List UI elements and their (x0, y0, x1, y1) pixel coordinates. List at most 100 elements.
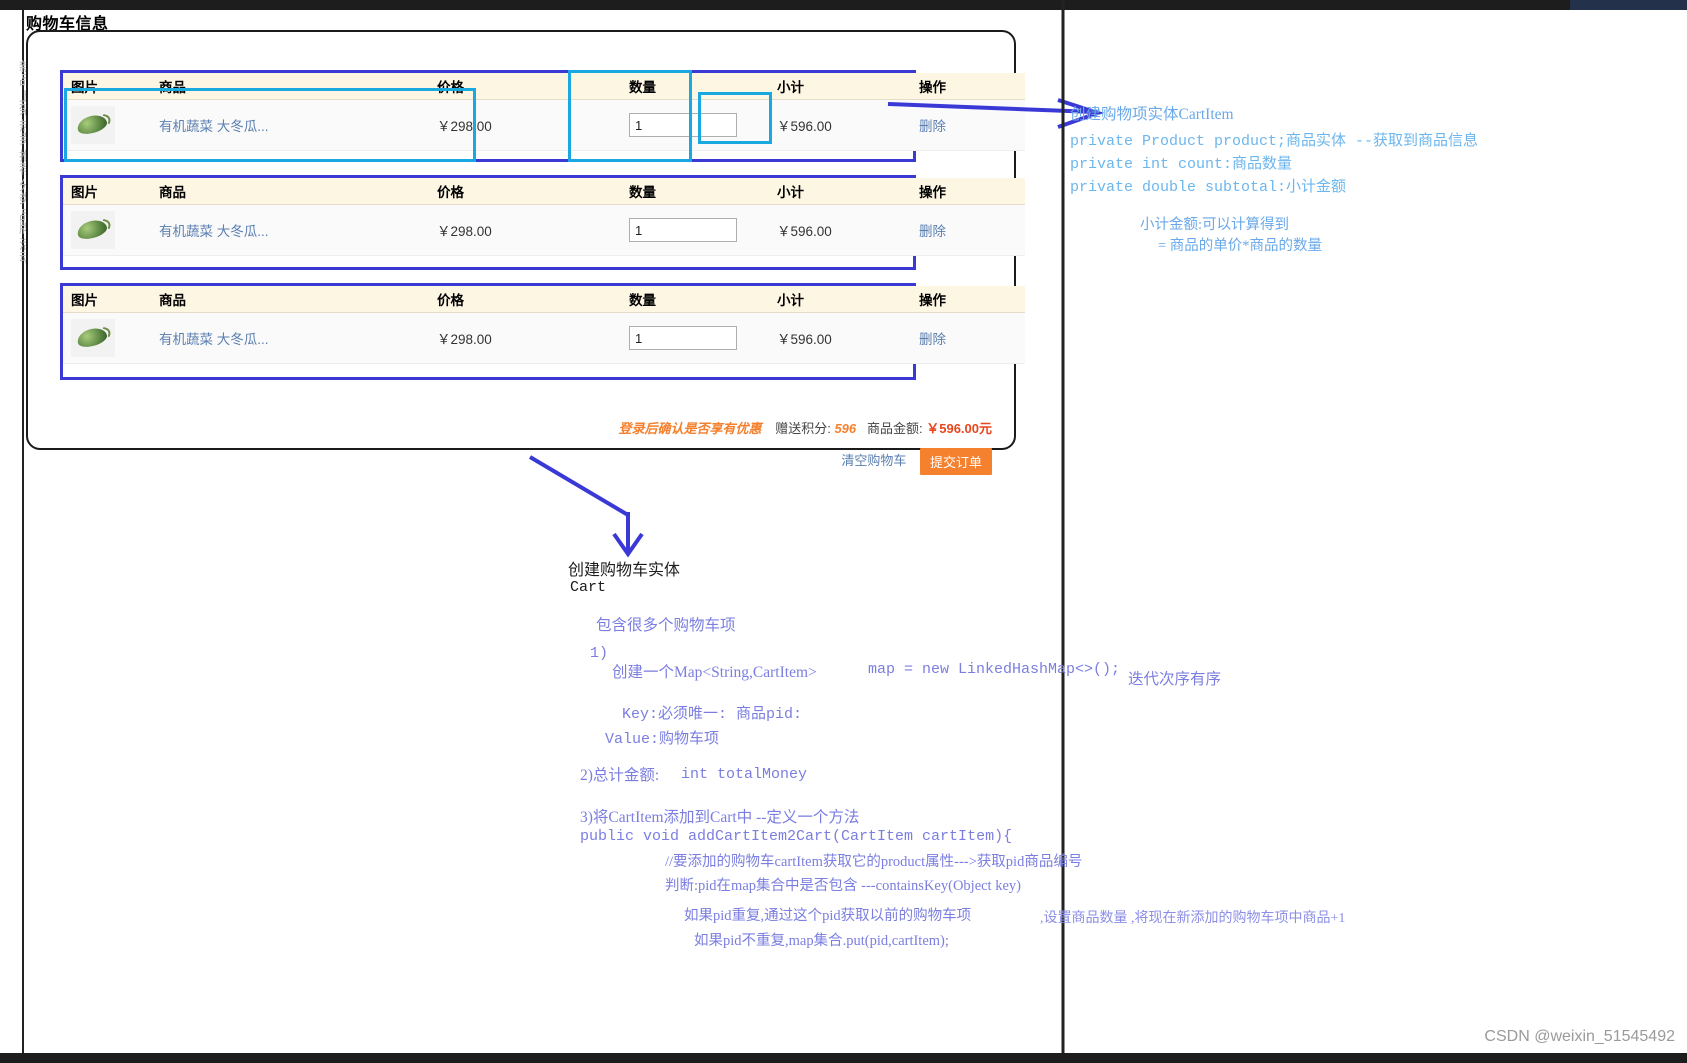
annotation-cart-step2-cn: 2)总计金额: (580, 763, 659, 785)
quantity-input[interactable] (629, 113, 737, 137)
delete-link[interactable]: 删除 (919, 119, 946, 134)
annotation-cart-classname: Cart (570, 579, 606, 596)
column-header-product: 商品 (151, 286, 429, 313)
browser-top-strip-right (1570, 0, 1687, 10)
annotation-cart-step1-side: 迭代次序有序 (1128, 667, 1221, 689)
browser-bottom-strip (0, 1053, 1687, 1063)
column-header-action: 操作 (911, 178, 1025, 205)
column-header-image: 图片 (63, 286, 151, 313)
cart-table: 图片 商品 价格 数量 小计 操作 有机蔬菜 大冬瓜... ￥298.00 1 … (63, 178, 1025, 256)
cart-cell-subtotal: ￥596.00 (769, 99, 911, 151)
column-header-quantity: 数量 (621, 178, 769, 205)
points-label: 赠送积分: (775, 421, 831, 436)
cart-panel: 图片 商品 价格 数量 小计 操作 有机蔬菜 大冬瓜... ￥298.00 1 … (26, 30, 1025, 475)
column-header-product: 商品 (151, 73, 429, 100)
column-header-subtotal: 小计 (769, 73, 911, 100)
annotation-cart-title-text: 创建购物车实体 (568, 562, 681, 579)
delete-link[interactable]: 删除 (919, 224, 946, 239)
column-header-price: 价格 (429, 73, 621, 100)
cart-cell-product: 有机蔬菜 大冬瓜... (151, 99, 429, 151)
annotation-cartitem-field: private Product product;商品实体 --获取到商品信息 (1070, 133, 1479, 150)
delete-link[interactable]: 删除 (919, 332, 946, 347)
promo-text: 登录后确认是否享有优惠 (618, 421, 762, 436)
browser-top-strip (0, 0, 1687, 10)
column-header-subtotal: 小计 (769, 178, 911, 205)
column-header-quantity: 数量 (621, 73, 769, 100)
annotation-cart-step3-judge-text: 判断:pid在map集合中是否包含 ---containsKey(Object … (665, 878, 1021, 894)
annotation-cart-step1-code-text: map = new LinkedHashMap<>(); (868, 661, 1121, 678)
column-header-quantity: 数量 (621, 286, 769, 313)
column-header-price: 价格 (429, 178, 621, 205)
cart-header-row: 图片 商品 价格 数量 小计 操作 (63, 73, 1025, 100)
cart-cell-action: 删除 (911, 312, 1025, 364)
annotation-cartitem-note1: 小计金额:可以计算得到 (1140, 217, 1290, 233)
column-header-subtotal: 小计 (769, 286, 911, 313)
annotation-cart-step1-num-text: 1) (590, 645, 609, 662)
annotation-cart-step3-dup-text: 如果pid重复,通过这个pid获取以前的购物车项 (684, 908, 972, 924)
quantity-input[interactable] (629, 218, 737, 242)
table-row: 有机蔬菜 大冬瓜... ￥298.00 ￥596.00 删除 (63, 312, 1025, 364)
cart-summary-row: 登录后确认是否享有优惠 赠送积分: 596 商品金额: ￥596.00元 (60, 418, 1018, 437)
points-value: 596 (834, 421, 857, 436)
cart-row-block: 图片 商品 价格 数量 小计 操作 有机蔬菜 大冬瓜... ￥298.00 1 … (60, 70, 1025, 162)
column-header-action: 操作 (911, 286, 1025, 313)
cart-cell-quantity (621, 204, 769, 256)
cart-cell-image (63, 99, 151, 151)
annotation-cartitem-field: private double subtotal:小计金额 (1070, 179, 1347, 196)
quantity-input[interactable] (629, 326, 737, 350)
cart-row-block: 图片 商品 价格 数量 小计 操作 有机蔬菜 大冬瓜... ￥298.00 1 … (60, 283, 1025, 380)
cart-cell-price: ￥298.00 (429, 99, 621, 151)
cart-cell-price: ￥298.00 (429, 312, 621, 364)
annotation-cart-step3-dup2-text: ,设置商品数量 ,将现在新添加的购物车项中商品+1 (1040, 911, 1346, 926)
cart-cell-product: 有机蔬菜 大冬瓜... (151, 312, 429, 364)
annotation-cart-step3-dup: 如果pid重复,通过这个pid获取以前的购物车项 (684, 904, 971, 925)
watermark: CSDN @weixin_51545492 (1484, 1028, 1675, 1045)
annotation-cart-desc-text: 包含很多个购物车项 (596, 617, 736, 634)
product-name-link[interactable]: 有机蔬菜 大冬瓜... (159, 119, 269, 134)
amount-label: 商品金额: (866, 421, 923, 436)
annotation-cart-step1-code: map = new LinkedHashMap<>(); (868, 661, 1120, 678)
cart-cell-product: 有机蔬菜 大冬瓜... (151, 204, 429, 256)
cart-table: 图片 商品 价格 数量 小计 操作 有机蔬菜 大冬瓜... ￥298.00 1 … (63, 286, 1025, 364)
annotation-cart-step3-cn-text: 3)将CartItem添加到Cart中 --定义一个方法 (580, 809, 860, 826)
annotation-cartitem-title: 创建购物项实体CartItem (1070, 106, 1234, 123)
cart-row-block: 图片 商品 价格 数量 小计 操作 有机蔬菜 大冬瓜... ￥298.00 1 … (60, 175, 1025, 270)
annotation-cart-classname-text: Cart (570, 579, 607, 596)
product-name-link[interactable]: 有机蔬菜 大冬瓜... (159, 332, 269, 347)
cart-cell-quantity (621, 312, 769, 364)
annotation-cart-step1-cn-text: 创建一个Map<String,CartItem> (612, 664, 817, 681)
annotation-cart-step3-nodup: 如果pid不重复,map集合.put(pid,cartItem); (694, 929, 949, 950)
annotation-cart-step3-judge: 判断:pid在map集合中是否包含 ---containsKey(Object … (665, 874, 1021, 895)
cart-cell-image (63, 312, 151, 364)
submit-order-button[interactable]: 提交订单 (919, 448, 992, 475)
annotation-cart-title: 创建购物车实体 (568, 556, 680, 580)
annotation-cart-value: Value:购物车项 (605, 727, 719, 748)
product-thumbnail-icon (71, 319, 115, 357)
column-header-image: 图片 (63, 73, 151, 100)
cart-action-row: 清空购物车 提交订单 (60, 448, 1018, 475)
clear-cart-link[interactable]: 清空购物车 (841, 453, 906, 468)
annotation-cartitem: 创建购物项实体CartItem private Product product;… (1070, 102, 1590, 255)
cart-cell-image (63, 204, 151, 256)
annotation-cart-step3-dup2: ,设置商品数量 ,将现在新添加的购物车项中商品+1 (1040, 907, 1345, 927)
annotation-cartitem-field: private int count:商品数量 (1070, 156, 1293, 173)
annotation-cart-step3-sig: public void addCartItem2Cart(CartItem ca… (580, 828, 1012, 845)
cart-cell-quantity (621, 99, 769, 151)
cart-cell-subtotal: ￥596.00 (769, 312, 911, 364)
annotation-cart-step3-comment-text: //要添加的购物车cartItem获取它的product属性--->获取pid商… (665, 854, 1083, 870)
annotation-cart-value-text: Value:购物车项 (605, 731, 720, 748)
annotation-cart-step1-side-text: 迭代次序有序 (1128, 671, 1222, 688)
product-name-link[interactable]: 有机蔬菜 大冬瓜... (159, 224, 269, 239)
cart-header-row: 图片 商品 价格 数量 小计 操作 (63, 286, 1025, 313)
annotation-cart-step1-num: 1) (590, 645, 608, 662)
column-header-product: 商品 (151, 178, 429, 205)
cart-cell-subtotal: ￥596.00 (769, 204, 911, 256)
annotation-cart-step2-code: int totalMoney (681, 766, 807, 783)
annotation-cart-step3-sig-text: public void addCartItem2Cart(CartItem ca… (580, 828, 1013, 845)
cart-cell-action: 删除 (911, 204, 1025, 256)
table-row: 有机蔬菜 大冬瓜... ￥298.00 ￥596.00 删除 (63, 99, 1025, 151)
cart-table: 图片 商品 价格 数量 小计 操作 有机蔬菜 大冬瓜... ￥298.00 1 … (63, 73, 1025, 151)
product-thumbnail-icon (71, 106, 115, 144)
annotation-cart-key: Key:必须唯一: 商品pid: (622, 702, 802, 723)
annotation-cart-desc: 包含很多个购物车项 (596, 613, 736, 635)
